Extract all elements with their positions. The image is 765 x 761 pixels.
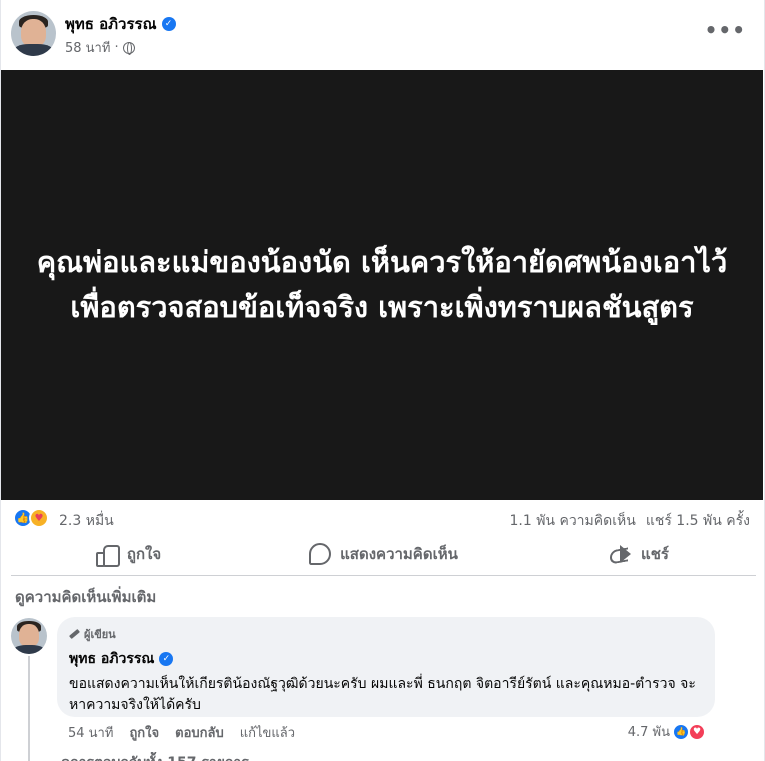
commenter-name[interactable]: พุทธ อภิวรรณ ✓: [69, 648, 703, 670]
divider: [11, 575, 756, 576]
commenter-avatar[interactable]: [11, 618, 47, 654]
image-text: คุณพ่อและแม่ของน้องนัด เห็นควรให้อายัดศพ…: [36, 245, 728, 324]
author-avatar[interactable]: [11, 11, 56, 56]
verified-badge-icon: ✓: [159, 652, 174, 666]
globe-icon[interactable]: [122, 41, 135, 55]
share-arrow-icon: [608, 544, 632, 564]
comments-count[interactable]: 1.1 พัน ความคิดเห็น: [509, 510, 635, 532]
edited-label[interactable]: แก้ไขแล้ว: [240, 722, 295, 743]
more-options-button[interactable]: •••: [705, 18, 746, 42]
post-image[interactable]: คุณพ่อและแม่ของน้องนัด เห็นควรให้อายัดศพ…: [1, 70, 763, 500]
author-badge: ผู้เขียน: [69, 625, 703, 643]
like-button[interactable]: ถูกใจ: [1, 536, 256, 572]
view-replies-link[interactable]: ดูการตอบกลับทั้ง 157 รายการ: [61, 752, 249, 761]
post-actions: ถูกใจ แสดงความคิดเห็น แชร์: [1, 536, 765, 572]
reaction-icons[interactable]: 👍 ♥: [13, 508, 49, 528]
comment-actions: 54 นาที ถูกใจ ตอบกลับ แก้ไขแล้ว: [68, 722, 295, 743]
shares-count[interactable]: แชร์ 1.5 พัน ครั้ง: [646, 510, 750, 532]
love-reaction-icon: ♥: [688, 722, 706, 741]
pencil-icon: [69, 628, 80, 640]
post-meta: 58 นาที ·: [65, 37, 135, 58]
comment-bubble: ผู้เขียน พุทธ อภิวรรณ ✓ ขอแสดงความเห็นให…: [57, 617, 715, 717]
reactions-count[interactable]: 2.3 หมื่น: [59, 510, 114, 532]
verified-badge-icon: ✓: [161, 17, 176, 31]
post-header: พุทธ อภิวรรณ ✓ 58 นาที · •••: [1, 0, 765, 70]
facebook-post: พุทธ อภิวรรณ ✓ 58 นาที · ••• คุณพ่อและแม…: [0, 0, 765, 761]
comment-reply-button[interactable]: ตอบกลับ: [175, 722, 224, 743]
author-name[interactable]: พุทธ อภิวรรณ ✓: [65, 12, 176, 36]
post-time[interactable]: 58 นาที: [65, 37, 110, 58]
share-button[interactable]: แชร์: [511, 536, 765, 572]
comment-time[interactable]: 54 นาที: [68, 722, 113, 743]
comment-button[interactable]: แสดงความคิดเห็น: [256, 536, 511, 572]
thumbs-up-icon: [95, 544, 120, 567]
comment-icon: [309, 543, 332, 565]
thread-line: [28, 656, 30, 761]
comment-text: ขอแสดงความเห็นให้เกียรติน้องณัฐวุฒิด้วยน…: [69, 676, 696, 713]
comment-reactions[interactable]: 4.7 พัน 👍 ♥: [628, 721, 706, 742]
comment-like-button[interactable]: ถูกใจ: [129, 722, 159, 743]
care-reaction-icon: ♥: [29, 508, 49, 528]
post-stats: 👍 ♥ 2.3 หมื่น 1.1 พัน ความคิดเห็น แชร์ 1…: [1, 503, 765, 533]
view-more-comments-link[interactable]: ดูความคิดเห็นเพิ่มเติม: [15, 585, 156, 609]
